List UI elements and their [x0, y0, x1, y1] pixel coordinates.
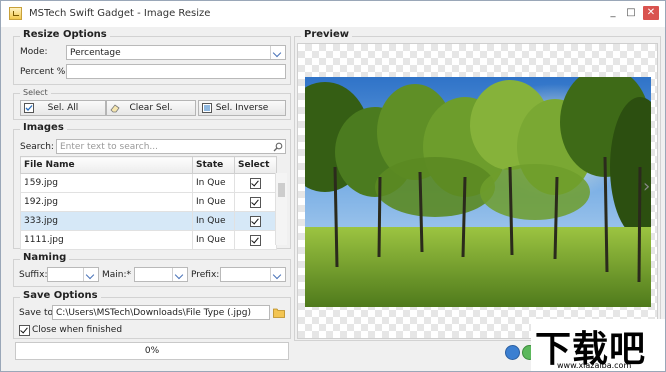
chevron-down-icon[interactable] — [270, 46, 285, 59]
preview-canvas[interactable]: › — [297, 43, 658, 339]
table-scrollbar[interactable] — [275, 173, 287, 245]
select-all-button[interactable]: Sel. All — [20, 100, 106, 116]
main-select[interactable] — [134, 267, 188, 282]
row-select-checkbox[interactable] — [250, 215, 261, 227]
suffix-select[interactable] — [47, 267, 99, 282]
select-cell — [234, 192, 277, 212]
help-icon[interactable] — [505, 345, 520, 360]
state-cell: In Que — [192, 230, 235, 250]
close-when-finished-label: Close when finished — [32, 325, 123, 335]
percent-label: Percent %: — [20, 67, 69, 77]
images-group: Images Search: Enter text to search... F… — [13, 122, 291, 250]
select-cell — [234, 230, 277, 250]
clear-selection-button[interactable]: Clear Sel. — [106, 100, 196, 116]
chevron-down-icon[interactable] — [270, 268, 285, 281]
search-input[interactable]: Enter text to search... — [56, 139, 286, 154]
search-icon[interactable] — [273, 142, 283, 152]
table-row[interactable]: 1111.jpg In Que — [20, 230, 277, 250]
clear-selection-label: Clear Sel. — [129, 103, 173, 113]
column-header-state[interactable]: State — [192, 156, 235, 174]
state-cell: In Que — [192, 173, 235, 193]
row-select-checkbox[interactable] — [250, 234, 261, 246]
mode-label: Mode: — [20, 47, 48, 57]
mode-value: Percentage — [70, 48, 121, 58]
prefix-label: Prefix: — [191, 270, 220, 280]
next-arrow-icon[interactable]: › — [643, 176, 650, 197]
file-name-cell: 333.jpg — [20, 211, 193, 231]
images-table: File Name State Select 159.jpg In Que 19… — [20, 156, 277, 250]
column-header-select[interactable]: Select — [234, 156, 277, 174]
folder-icon[interactable] — [273, 307, 285, 318]
save-to-label: Save to: — [19, 308, 57, 318]
title-bar: MSTech Swift Gadget - Image Resize _ □ ✕ — [1, 1, 665, 27]
resize-options-group: Resize Options Mode: Percentage Percent … — [13, 29, 291, 85]
table-header-row: File Name State Select — [20, 156, 277, 174]
table-row-selected[interactable]: 333.jpg In Que — [20, 211, 277, 231]
progress-text: 0% — [144, 346, 160, 356]
prefix-select[interactable] — [220, 267, 286, 282]
select-inverse-button[interactable]: Sel. Inverse — [198, 100, 286, 116]
state-cell: In Que — [192, 211, 235, 231]
chevron-down-icon[interactable] — [172, 268, 187, 281]
select-cell — [234, 173, 277, 193]
state-cell: In Que — [192, 192, 235, 212]
watermark-url: www.xiazaiba.com — [557, 361, 632, 370]
percent-input[interactable] — [66, 64, 286, 79]
select-inverse-label: Sel. Inverse — [215, 103, 269, 113]
close-when-finished-checkbox[interactable] — [19, 325, 30, 336]
preview-title: Preview — [301, 29, 353, 40]
images-title: Images — [20, 122, 67, 133]
mode-select[interactable]: Percentage — [66, 45, 286, 60]
select-group: Select Sel. All Clear Sel. Sel. Inverse — [13, 88, 291, 120]
save-options-group: Save Options Save to: C:\Users\MSTech\Do… — [13, 290, 291, 339]
select-all-label: Sel. All — [47, 103, 79, 113]
preview-image — [305, 77, 651, 307]
save-options-title: Save Options — [20, 290, 101, 301]
table-row[interactable]: 159.jpg In Que — [20, 173, 277, 193]
eraser-icon — [110, 104, 120, 113]
select-all-icon — [24, 103, 34, 113]
watermark-logo: 下载吧 www.xiazaiba.com — [531, 319, 665, 371]
search-label: Search: — [20, 142, 54, 152]
window-title: MSTech Swift Gadget - Image Resize — [29, 8, 211, 19]
save-to-path-input[interactable]: C:\Users\MSTech\Downloads\File Type (.jp… — [52, 305, 270, 320]
app-window: MSTech Swift Gadget - Image Resize _ □ ✕… — [0, 0, 666, 372]
main-label: Main:* — [102, 270, 132, 280]
file-name-cell: 192.jpg — [20, 192, 193, 212]
row-select-checkbox[interactable] — [250, 196, 261, 208]
search-placeholder: Enter text to search... — [60, 142, 159, 152]
chevron-down-icon[interactable] — [83, 268, 98, 281]
column-header-file-name[interactable]: File Name — [20, 156, 193, 174]
row-select-checkbox[interactable] — [250, 177, 261, 189]
progress-bar: 0% — [15, 342, 289, 360]
preview-group: Preview › — [294, 29, 661, 341]
file-name-cell: 1111.jpg — [20, 230, 193, 250]
naming-title: Naming — [20, 252, 70, 263]
table-row[interactable]: 192.jpg In Que — [20, 192, 277, 212]
suffix-label: Suffix: — [19, 270, 48, 280]
naming-group: Naming Suffix: Main:* Prefix: — [13, 252, 291, 287]
invert-selection-icon — [202, 103, 212, 113]
maximize-button[interactable]: □ — [623, 6, 639, 20]
app-icon — [9, 7, 22, 20]
select-cell — [234, 211, 277, 231]
minimize-button[interactable]: _ — [605, 6, 621, 20]
select-title: Select — [20, 88, 51, 97]
file-name-cell: 159.jpg — [20, 173, 193, 193]
close-button[interactable]: ✕ — [643, 6, 659, 20]
resize-options-title: Resize Options — [20, 29, 110, 40]
previous-arrow-icon[interactable]: ‹ — [24, 174, 33, 199]
scrollbar-thumb[interactable] — [278, 183, 285, 197]
